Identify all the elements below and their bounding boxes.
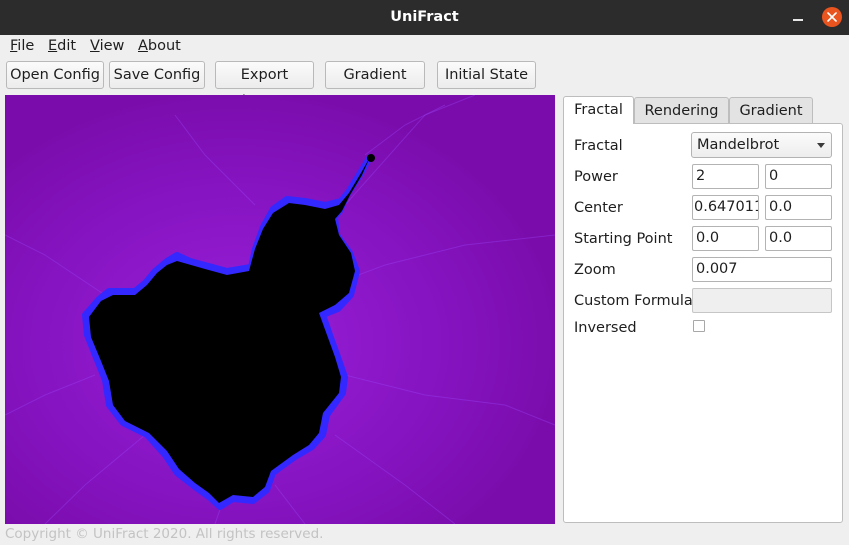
starting-x-input[interactable]: 0.0	[692, 226, 759, 251]
power-real-input[interactable]: 2	[692, 164, 759, 189]
tab-fractal[interactable]: Fractal	[563, 96, 634, 124]
save-config-button[interactable]: Save Config	[109, 61, 205, 89]
tab-rendering[interactable]: Rendering	[634, 97, 729, 124]
inversed-checkbox[interactable]	[693, 320, 705, 332]
fractal-image	[5, 95, 555, 524]
copyright-text: Copyright © UniFract 2020. All rights re…	[5, 526, 324, 542]
custom-formula-label: Custom Formula	[574, 293, 693, 309]
menu-edit[interactable]: Edit	[48, 37, 76, 55]
power-label: Power	[574, 169, 618, 185]
starting-point-label: Starting Point	[574, 231, 673, 247]
close-icon[interactable]	[822, 7, 842, 27]
zoom-input[interactable]: 0.007	[692, 257, 832, 282]
fractal-type-value: Mandelbrot	[697, 137, 780, 153]
fractal-type-select[interactable]: Mandelbrot	[691, 132, 832, 158]
initial-state-button[interactable]: Initial State	[437, 61, 536, 89]
menu-view[interactable]: View	[90, 37, 124, 55]
window-title: UniFract	[390, 9, 459, 25]
menu-bar: File Edit View About	[0, 35, 849, 57]
power-imag-input[interactable]: 0	[765, 164, 832, 189]
center-x-input[interactable]: 0.647011	[692, 195, 759, 220]
fractal-label: Fractal	[574, 138, 623, 154]
fractal-canvas[interactable]	[5, 95, 555, 524]
title-bar: UniFract	[0, 0, 849, 35]
minimize-icon[interactable]	[790, 10, 806, 26]
starting-y-input[interactable]: 0.0	[765, 226, 832, 251]
chevron-down-icon	[817, 143, 825, 148]
tab-gradient[interactable]: Gradient	[729, 97, 813, 124]
custom-formula-input[interactable]	[692, 288, 832, 313]
gradient-button[interactable]: Gradient	[325, 61, 425, 89]
menu-about[interactable]: About	[138, 37, 181, 55]
inversed-label: Inversed	[574, 320, 637, 336]
menu-file[interactable]: File	[10, 37, 34, 55]
zoom-label: Zoom	[574, 262, 616, 278]
center-y-input[interactable]: 0.0	[765, 195, 832, 220]
export-image-button[interactable]: Export Image	[215, 61, 314, 109]
center-label: Center	[574, 200, 623, 216]
open-config-button[interactable]: Open Config	[6, 61, 104, 89]
